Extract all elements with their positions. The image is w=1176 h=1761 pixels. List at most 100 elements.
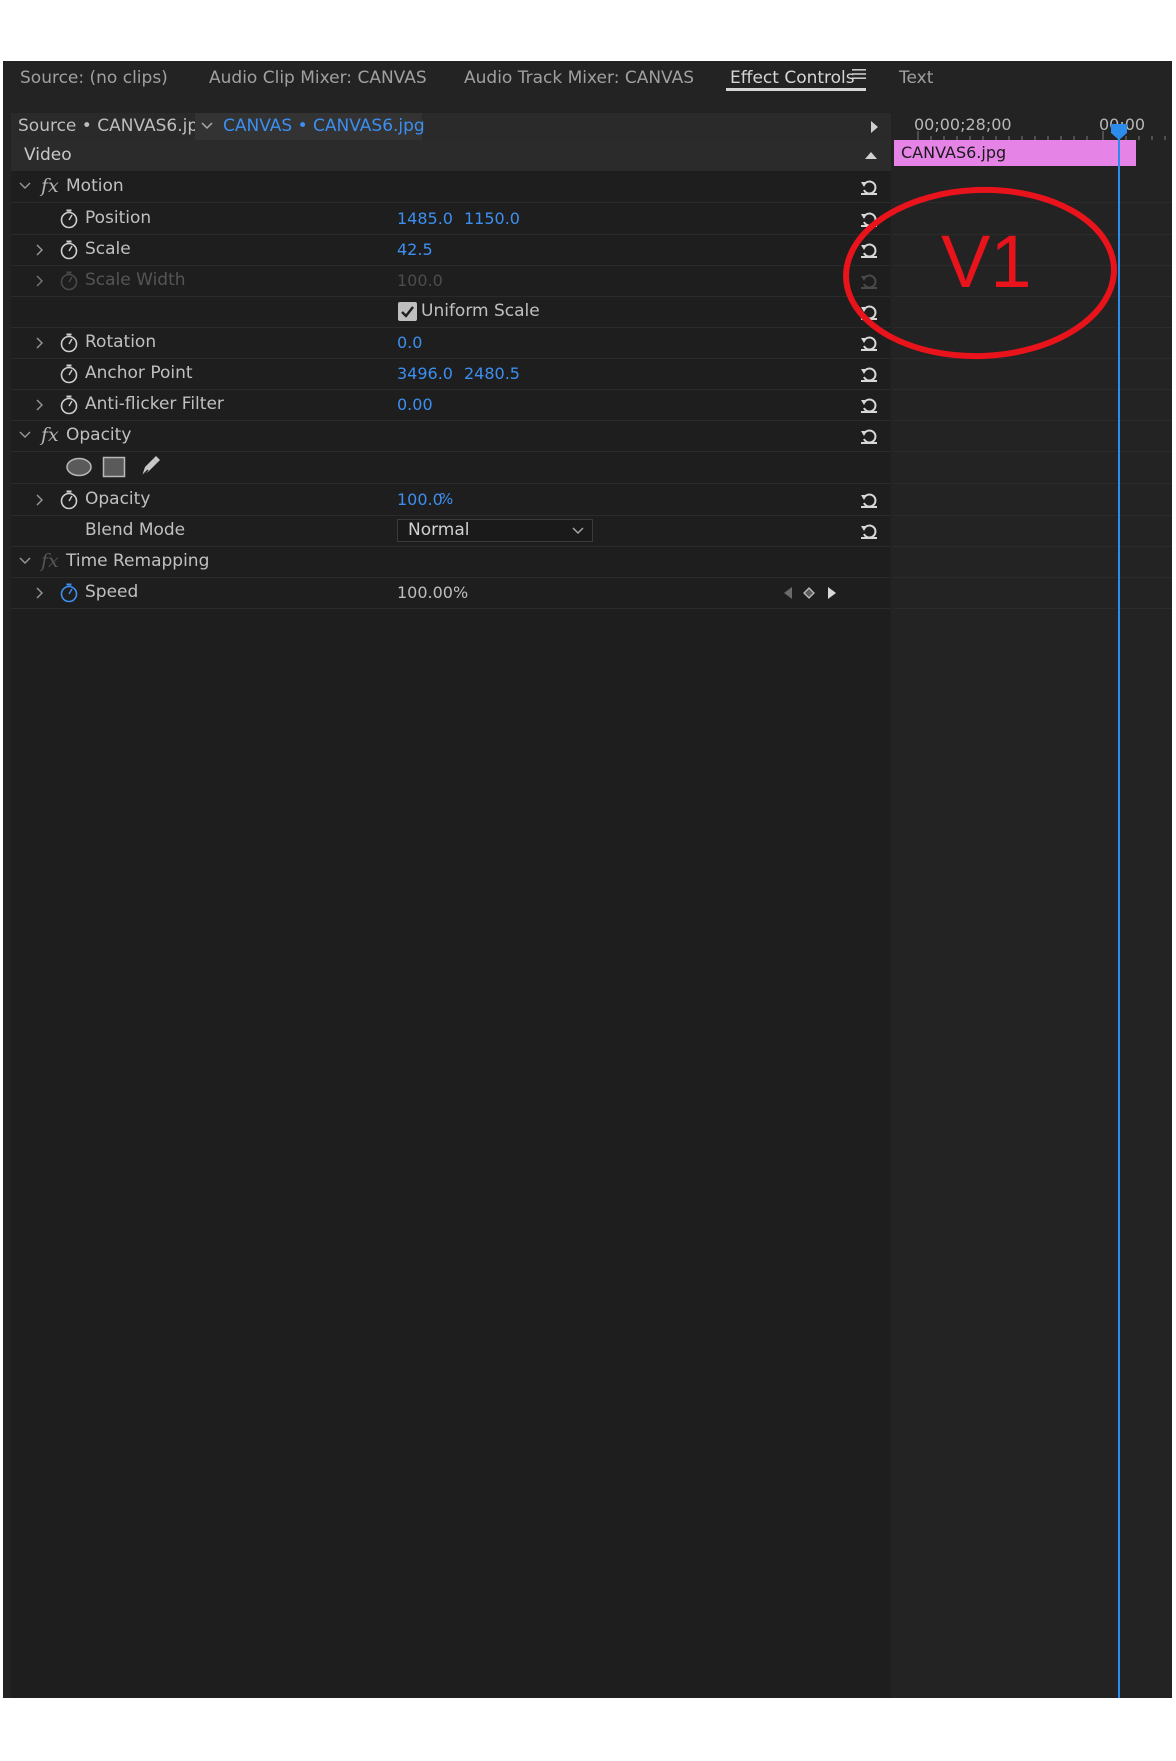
panel-tab-bar: Source: (no clips) Audio Clip Mixer: CAN…: [3, 61, 1172, 113]
pen-mask-icon[interactable]: [138, 454, 162, 478]
track-row: [894, 451, 1172, 484]
track-row: [894, 420, 1172, 452]
annotation-text: V1: [941, 220, 1032, 303]
anchor-point-x-value[interactable]: 3496.0: [397, 358, 453, 389]
chevron-down-icon[interactable]: [19, 182, 31, 190]
video-section-label: Video: [24, 145, 72, 165]
position-x-value[interactable]: 1485.0: [397, 203, 453, 234]
rotation-value[interactable]: 0.0: [397, 327, 422, 358]
chevron-right-icon[interactable]: [36, 337, 44, 349]
tab-audio-track-mixer[interactable]: Audio Track Mixer: CANVAS: [464, 61, 694, 116]
position-y-value[interactable]: 1150.0: [464, 203, 520, 234]
uniform-scale-row: Uniform Scale: [11, 296, 891, 328]
stopwatch-icon[interactable]: [60, 364, 78, 384]
chevron-right-icon[interactable]: [36, 494, 44, 506]
blend-mode-label: Blend Mode: [85, 520, 186, 540]
chevron-right-icon: [36, 275, 43, 287]
opacity-value[interactable]: 100.0: [397, 484, 443, 515]
motion-effect-row: fx Motion: [11, 171, 891, 203]
reset-icon[interactable]: [859, 521, 879, 541]
scale-width-row: Scale Width 100.0: [11, 265, 891, 297]
collapse-up-icon[interactable]: [865, 151, 877, 159]
track-row: [894, 484, 1172, 516]
scale-width-value: 100.0: [397, 271, 443, 290]
anchor-point-label: Anchor Point: [85, 363, 193, 383]
checkmark-icon: [401, 306, 414, 318]
chevron-down-icon: [201, 122, 213, 130]
rotation-label: Rotation: [85, 332, 157, 352]
tab-source[interactable]: Source: (no clips): [20, 61, 168, 116]
track-row: [894, 546, 1172, 578]
chevron-right-icon[interactable]: [36, 399, 44, 411]
add-keyframe-icon[interactable]: [803, 587, 815, 599]
stopwatch-icon[interactable]: [60, 490, 78, 510]
active-tab-underline: [726, 88, 866, 91]
position-label: Position: [85, 208, 152, 228]
anti-flicker-row: Anti-flicker Filter 0.00: [11, 389, 891, 421]
chevron-right-icon[interactable]: [36, 587, 44, 599]
previous-keyframe-icon[interactable]: [783, 587, 793, 599]
stopwatch-icon[interactable]: [60, 395, 78, 415]
rectangle-mask-icon[interactable]: [102, 456, 126, 478]
anchor-point-y-value[interactable]: 2480.5: [464, 358, 520, 389]
scale-value[interactable]: 42.5: [397, 234, 433, 265]
time-ruler[interactable]: 00;00;28;00 00;00: [894, 113, 1172, 140]
track-row: [894, 577, 1172, 609]
rotation-row: Rotation 0.0: [11, 327, 891, 359]
reset-icon[interactable]: [859, 395, 879, 415]
sequence-clip-dropdown[interactable]: CANVAS • CANVAS6.jpg: [195, 113, 425, 140]
timeline-clip-label: CANVAS6.jpg: [901, 143, 1007, 162]
blend-mode-value: Normal: [408, 520, 470, 540]
chevron-down-icon[interactable]: [19, 557, 31, 565]
chevron-right-icon[interactable]: [36, 244, 44, 256]
stopwatch-icon[interactable]: [60, 583, 78, 603]
time-remapping-label: Time Remapping: [66, 551, 210, 571]
tab-text[interactable]: Text: [899, 61, 933, 116]
reset-icon[interactable]: [859, 426, 879, 446]
timeline-clip[interactable]: CANVAS6.jpg: [894, 140, 1136, 166]
track-row: [894, 515, 1172, 547]
scale-row: Scale 42.5: [11, 234, 891, 266]
uniform-scale-checkbox[interactable]: [398, 302, 417, 321]
position-row: Position 1485.0 1150.0: [11, 203, 891, 235]
motion-effect-label: Motion: [66, 176, 124, 196]
blend-mode-row: Blend Mode Normal: [11, 515, 891, 547]
speed-value[interactable]: 100.00%: [397, 577, 468, 608]
blend-mode-dropdown[interactable]: Normal: [397, 519, 593, 542]
stopwatch-icon[interactable]: [60, 209, 78, 229]
anchor-point-row: Anchor Point 3496.0 2480.5: [11, 358, 891, 390]
tab-audio-clip-mixer[interactable]: Audio Clip Mixer: CANVAS: [209, 61, 427, 116]
playhead-handle-icon[interactable]: [1110, 124, 1128, 140]
effect-controls-app: Source: (no clips) Audio Clip Mixer: CAN…: [3, 61, 1172, 1698]
speed-row: Speed 100.00%: [11, 577, 891, 609]
clip-header-row: Source • CANVAS6.jpg CANVAS • CANVAS6.jp…: [11, 113, 891, 141]
anti-flicker-value[interactable]: 0.00: [397, 389, 433, 420]
stopwatch-icon[interactable]: [60, 240, 78, 260]
scale-width-label: Scale Width: [85, 270, 186, 290]
opacity-effect-label: Opacity: [66, 425, 132, 445]
speed-label: Speed: [85, 582, 139, 602]
opacity-row: Opacity 100.0 %: [11, 484, 891, 516]
next-keyframe-icon[interactable]: [827, 587, 837, 599]
chevron-down-icon[interactable]: [19, 431, 31, 439]
fx-icon[interactable]: fx: [41, 420, 59, 451]
stopwatch-icon[interactable]: [60, 333, 78, 353]
sequence-clip-label: CANVAS • CANVAS6.jpg: [223, 116, 425, 136]
scale-label: Scale: [85, 239, 131, 259]
ellipse-mask-icon[interactable]: [65, 457, 93, 477]
fx-icon: fx: [41, 550, 59, 572]
expand-timeline-icon[interactable]: [870, 121, 879, 133]
chevron-down-icon: [572, 527, 584, 534]
track-row: [894, 389, 1172, 421]
panel-menu-icon[interactable]: [852, 67, 866, 81]
source-clip-label: Source • CANVAS6.jpg: [18, 116, 209, 136]
stopwatch-icon: [60, 271, 78, 291]
anti-flicker-label: Anti-flicker Filter: [85, 394, 224, 414]
time-remapping-row: fx Time Remapping: [11, 546, 891, 578]
opacity-effect-row: fx Opacity: [11, 420, 891, 452]
mask-tools-row: [11, 451, 891, 484]
effect-properties-panel: Source • CANVAS6.jpg CANVAS • CANVAS6.jp…: [11, 113, 891, 1698]
opacity-unit: %: [439, 490, 454, 508]
reset-icon[interactable]: [859, 490, 879, 510]
fx-icon[interactable]: fx: [41, 171, 59, 202]
